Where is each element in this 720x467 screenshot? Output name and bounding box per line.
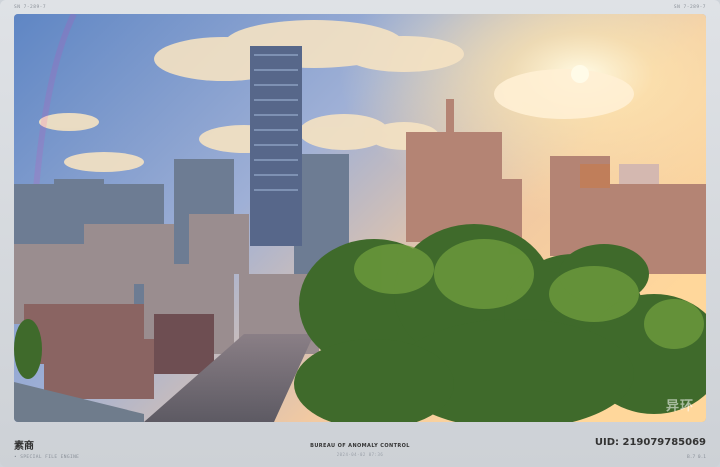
timestamp: 2024-04-02 07:36: [336, 452, 384, 457]
top-left-code: SN 7-289-7: [14, 5, 47, 10]
photo-card-frame: SN 7-289-7 SN 7-289-7 异环 素商 • SPECIAL FI…: [0, 0, 720, 467]
top-right-code: SN 7-289-7: [673, 5, 706, 10]
watermark-logo: 异环: [665, 399, 694, 414]
version-label: B.7 0.1: [687, 455, 706, 460]
city-skyline-illustration: [14, 14, 706, 422]
uid-label: UID: 219079785069: [594, 437, 706, 448]
scene-photo: 异环: [14, 14, 706, 422]
